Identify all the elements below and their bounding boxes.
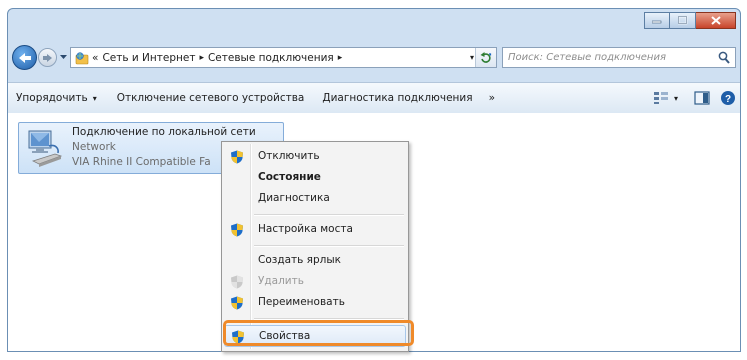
uac-shield-icon xyxy=(231,223,243,237)
diagnose-connection-button[interactable]: Диагностика подключения xyxy=(314,92,480,104)
refresh-icon xyxy=(480,51,492,63)
window-controls xyxy=(644,12,736,30)
menu-item-label: Переименовать xyxy=(258,296,345,308)
forward-arrow-icon xyxy=(43,53,52,62)
menu-item-label: Создать ярлык xyxy=(258,254,342,266)
uac-shield-icon xyxy=(231,296,243,310)
command-bar: Упорядочить ▾ Отключение сетевого устрой… xyxy=(8,82,740,114)
menu-item-create-shortcut[interactable]: Создать ярлык xyxy=(224,250,406,272)
menu-item-label: Настройка моста xyxy=(258,223,353,235)
view-options-icon xyxy=(653,92,668,104)
search-input[interactable] xyxy=(503,51,715,64)
navigation-row: « Сеть и Интернет ▸ Сетевые подключения … xyxy=(8,43,740,73)
uac-shield-icon xyxy=(231,275,243,289)
preview-pane-button[interactable] xyxy=(694,88,710,108)
breadcrumb-separator[interactable]: ▸ xyxy=(338,53,343,63)
menu-item-label: Отключить xyxy=(258,150,320,162)
view-controls: ▾ ? xyxy=(653,88,736,108)
diagnose-connection-label: Диагностика подключения xyxy=(322,92,473,104)
change-view-button[interactable]: ▾ xyxy=(653,88,678,108)
breadcrumb-network-connections[interactable]: Сетевые подключения xyxy=(208,52,334,64)
connection-name: Подключение по локальной сети xyxy=(72,126,256,138)
chevron-down-icon xyxy=(59,54,67,59)
address-history-dropdown[interactable]: ▾ xyxy=(470,53,474,62)
help-button[interactable]: ? xyxy=(720,88,736,108)
preview-pane-icon xyxy=(694,91,710,105)
maximize-button[interactable] xyxy=(670,12,696,29)
menu-item-status[interactable]: Состояние xyxy=(224,167,406,189)
search-icon xyxy=(718,51,730,64)
network-folder-icon xyxy=(75,51,89,65)
chevron-down-icon: ▾ xyxy=(673,93,678,103)
breadcrumb-separator[interactable]: ▸ xyxy=(199,53,204,63)
maximize-icon xyxy=(677,16,687,25)
search-box[interactable] xyxy=(502,47,736,68)
refresh-button[interactable] xyxy=(475,48,496,67)
menu-item-label: Диагностика xyxy=(258,192,330,204)
address-bar[interactable]: « Сеть и Интернет ▸ Сетевые подключения … xyxy=(70,47,497,68)
menu-item-delete[interactable]: Удалить xyxy=(224,271,406,293)
disable-device-button[interactable]: Отключение сетевого устройства xyxy=(109,92,313,104)
address-overflow[interactable]: « xyxy=(92,52,98,64)
menu-item-disable[interactable]: Отключить xyxy=(224,146,406,168)
svg-text:?: ? xyxy=(725,94,731,105)
more-commands-label: » xyxy=(488,92,496,104)
highlight-outline xyxy=(223,320,414,346)
menu-item-bridge-settings[interactable]: Настройка моста xyxy=(224,219,406,241)
minimize-icon xyxy=(652,20,662,23)
menu-item-diagnostics[interactable]: Диагностика xyxy=(224,188,406,210)
forward-button[interactable] xyxy=(38,48,57,67)
minimize-button[interactable] xyxy=(644,12,670,29)
uac-shield-icon xyxy=(231,150,243,164)
back-button[interactable] xyxy=(12,45,37,70)
network-adapter-icon xyxy=(28,130,63,167)
menu-separator xyxy=(254,245,404,247)
menu-item-label: Удалить xyxy=(258,275,304,287)
more-commands-button[interactable]: » xyxy=(481,92,503,104)
help-icon: ? xyxy=(721,91,735,105)
close-button[interactable] xyxy=(696,12,736,29)
disable-device-label: Отключение сетевого устройства xyxy=(116,92,305,104)
menu-item-label: Состояние xyxy=(258,171,321,183)
breadcrumb-network-internet[interactable]: Сеть и Интернет xyxy=(102,52,195,64)
back-arrow-icon xyxy=(18,52,31,63)
organize-label: Упорядочить xyxy=(16,92,88,104)
close-icon xyxy=(710,16,721,25)
recent-pages-dropdown[interactable] xyxy=(58,51,68,63)
organize-menu[interactable]: Упорядочить ▾ xyxy=(8,92,105,104)
menu-item-rename[interactable]: Переименовать xyxy=(224,292,406,314)
menu-separator xyxy=(254,214,404,216)
chevron-down-icon: ▾ xyxy=(92,93,97,103)
